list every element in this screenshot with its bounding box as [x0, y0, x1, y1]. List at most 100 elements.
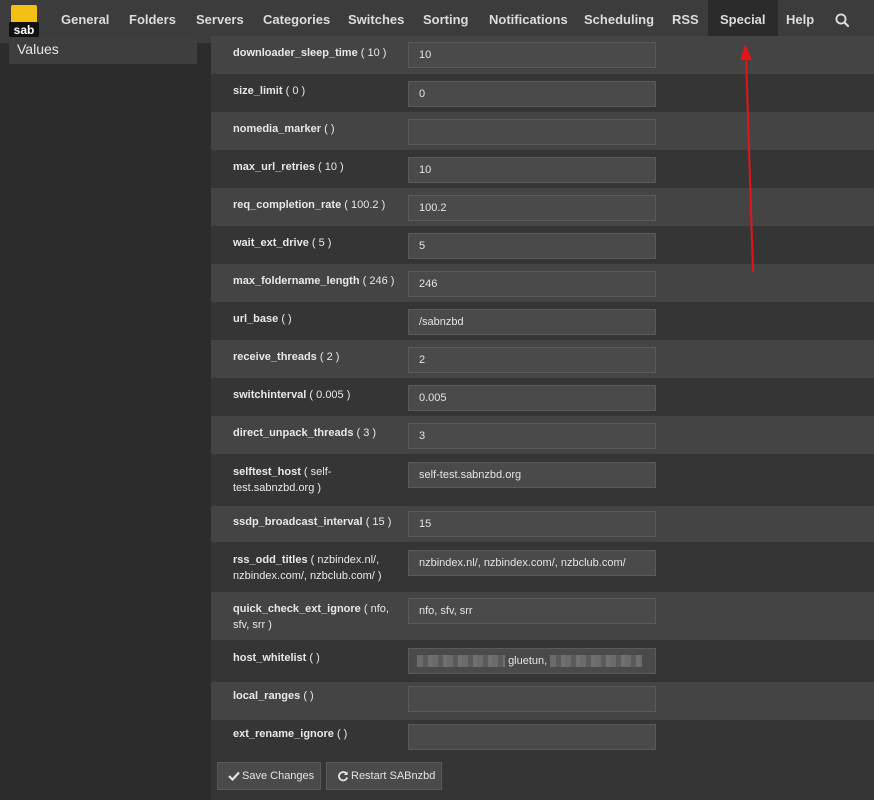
setting-input[interactable]: nzbindex.nl/, nzbindex.com/, nzbclub.com… [408, 550, 656, 576]
setting-row: size_limit ( 0 ) 0 [211, 74, 874, 112]
nav-label: General [61, 12, 110, 27]
setting-default: ( 0.005 ) [309, 389, 351, 401]
svg-text:sab: sab [14, 23, 35, 37]
nav-label: Help [786, 12, 815, 27]
nav-label: Switches [348, 12, 405, 27]
setting-input[interactable] [408, 724, 656, 750]
setting-row: url_base ( ) /sabnzbd [211, 302, 874, 340]
nav-label: Sorting [423, 12, 469, 27]
setting-label: wait_ext_drive ( 5 ) [233, 235, 397, 251]
setting-input[interactable]: 246 [408, 271, 656, 297]
setting-label: direct_unpack_threads ( 3 ) [233, 425, 397, 441]
save-changes-button[interactable]: Save Changes [217, 762, 321, 790]
setting-default: ( 5 ) [311, 237, 332, 249]
setting-row: ssdp_broadcast_interval ( 15 ) 15 [211, 506, 874, 542]
check-icon [228, 771, 240, 781]
setting-default: ( 246 ) [362, 275, 395, 287]
nav-label: Folders [129, 12, 176, 27]
setting-input[interactable]: 5 [408, 233, 656, 259]
setting-default: ( 3 ) [356, 427, 377, 439]
setting-name: rss_odd_titles [233, 554, 308, 566]
setting-default: ( ) [303, 690, 314, 702]
setting-input[interactable]: 15 [408, 511, 656, 537]
setting-input[interactable]: 10 [408, 157, 656, 183]
setting-label: switchinterval ( 0.005 ) [233, 387, 397, 403]
sabnzbd-logo[interactable]: sab [9, 5, 39, 37]
setting-default-close: ) [265, 619, 272, 631]
setting-input[interactable]: self-test.sabnzbd.org [408, 462, 656, 488]
setting-label: rss_odd_titles ( nzbindex.nl/, nzbindex.… [233, 552, 397, 584]
nav-general[interactable]: General [49, 0, 121, 43]
setting-label: req_completion_rate ( 100.2 ) [233, 197, 397, 213]
setting-row: direct_unpack_threads ( 3 ) 3 [211, 416, 874, 454]
setting-default-open: ( [363, 603, 371, 615]
setting-label: ssdp_broadcast_interval ( 15 ) [233, 514, 397, 530]
setting-default-open: ( [303, 466, 311, 478]
setting-default: ( ) [324, 123, 335, 135]
nav-label: Special [720, 12, 766, 27]
setting-name: ext_rename_ignore [233, 728, 334, 740]
restart-button-label: Restart SABnzbd [351, 770, 436, 782]
setting-name: nomedia_marker [233, 123, 322, 135]
setting-name: max_foldername_length [233, 275, 360, 287]
setting-name: switchinterval [233, 389, 307, 401]
setting-row: rss_odd_titles ( nzbindex.nl/, nzbindex.… [211, 542, 874, 592]
nav-label: Notifications [489, 12, 568, 27]
setting-label: quick_check_ext_ignore ( nfo, sfv, srr ) [233, 601, 397, 633]
setting-row: selftest_host ( self-test.sabnzbd.org ) … [211, 454, 874, 506]
redacted-text [417, 655, 505, 668]
setting-input[interactable]: 100.2 [408, 195, 656, 221]
setting-name: receive_threads [233, 351, 317, 363]
restart-button[interactable]: Restart SABnzbd [326, 762, 442, 790]
sidebar-item-values[interactable]: Values [9, 38, 197, 64]
setting-row: host_whitelist ( ) gluetun, [211, 640, 874, 682]
setting-row: receive_threads ( 2 ) 2 [211, 340, 874, 378]
setting-name: req_completion_rate [233, 199, 342, 211]
setting-default: ( ) [281, 313, 292, 325]
setting-input[interactable]: 10 [408, 42, 656, 68]
setting-row: wait_ext_drive ( 5 ) 5 [211, 226, 874, 264]
setting-name: selftest_host [233, 466, 301, 478]
setting-input[interactable]: 3 [408, 423, 656, 449]
setting-name: direct_unpack_threads [233, 427, 354, 439]
setting-default: ( ) [336, 728, 348, 740]
setting-input[interactable]: 0 [408, 81, 656, 107]
setting-input[interactable]: /sabnzbd [408, 309, 656, 335]
nav-label: RSS [672, 12, 699, 27]
setting-name: local_ranges [233, 690, 301, 702]
setting-row: nomedia_marker ( ) [211, 112, 874, 150]
setting-default: ( ) [309, 652, 320, 664]
setting-default-close: ) [374, 570, 382, 582]
setting-row: max_foldername_length ( 246 ) 246 [211, 264, 874, 302]
setting-label: max_foldername_length ( 246 ) [233, 273, 397, 289]
setting-label: local_ranges ( ) [233, 688, 397, 704]
setting-default-close: ) [314, 482, 322, 494]
setting-row: downloader_sleep_time ( 10 ) 10 [211, 36, 874, 74]
setting-input[interactable] [408, 119, 656, 145]
save-button-label: Save Changes [242, 770, 315, 782]
setting-default: ( 100.2 ) [344, 199, 386, 211]
nav-label: Categories [263, 12, 331, 27]
setting-name: size_limit [233, 85, 283, 97]
setting-default: ( 15 ) [365, 516, 392, 528]
sidebar-item-label: Values [17, 41, 59, 57]
setting-input[interactable] [408, 686, 656, 712]
setting-label: nomedia_marker ( ) [233, 121, 397, 137]
setting-input[interactable]: nfo, sfv, srr [408, 598, 656, 624]
setting-default: ( 10 ) [360, 47, 387, 59]
setting-label: url_base ( ) [233, 311, 397, 327]
setting-label: ext_rename_ignore ( ) [233, 726, 397, 742]
nav-folders[interactable]: Folders [117, 0, 188, 43]
setting-row: quick_check_ext_ignore ( nfo, sfv, srr )… [211, 592, 874, 640]
setting-name: ssdp_broadcast_interval [233, 516, 363, 528]
setting-row: req_completion_rate ( 100.2 ) 100.2 [211, 188, 874, 226]
setting-label: downloader_sleep_time ( 10 ) [233, 45, 397, 61]
setting-input[interactable]: 2 [408, 347, 656, 373]
setting-label: host_whitelist ( ) [233, 650, 397, 666]
host-whitelist-input[interactable]: gluetun, [408, 648, 656, 674]
host-whitelist-value: gluetun, [508, 655, 548, 667]
setting-input[interactable]: 0.005 [408, 385, 656, 411]
nav-label: Scheduling [584, 12, 655, 27]
redacted-text [550, 655, 643, 668]
setting-default: ( 2 ) [319, 351, 340, 363]
